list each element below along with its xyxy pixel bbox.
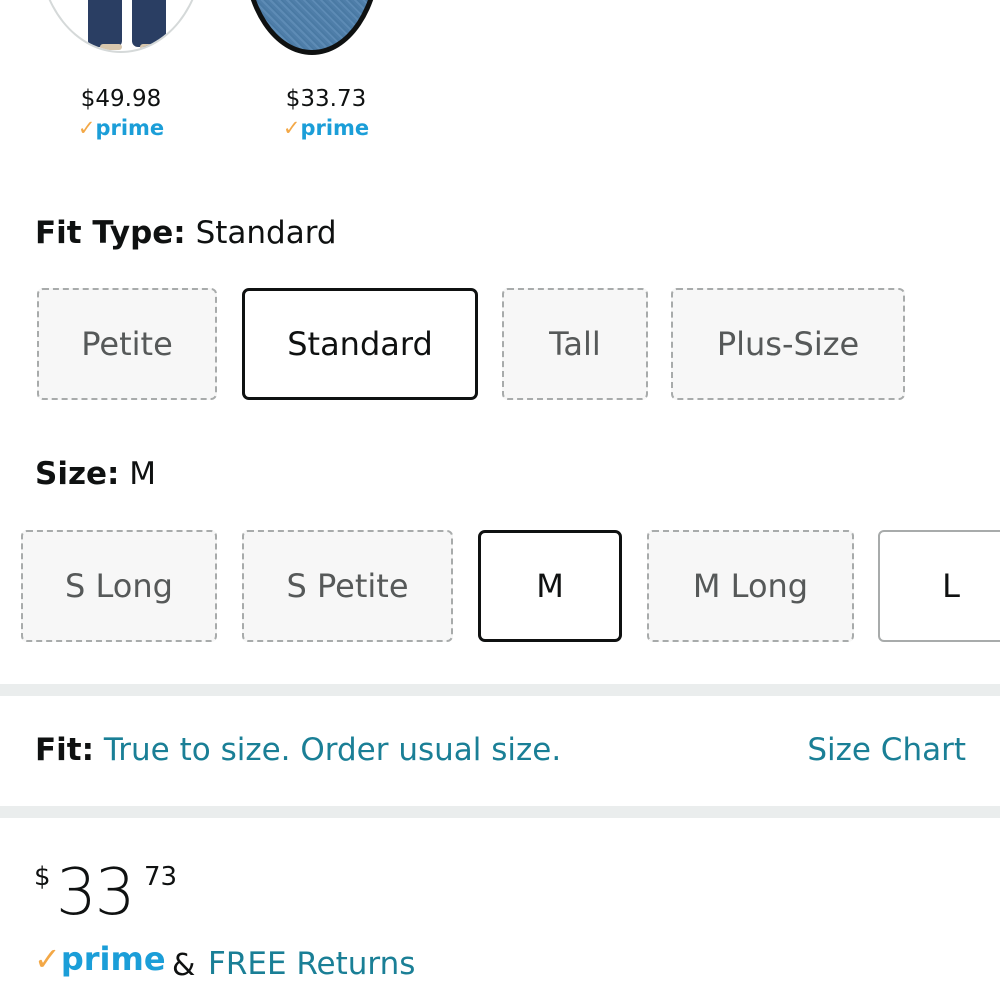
shoe-image <box>140 44 162 50</box>
size-value: M <box>129 456 157 492</box>
prime-logo-text: prime <box>95 116 165 140</box>
fit-text: True to size. Order usual size. <box>103 732 562 768</box>
fit-option-tall[interactable]: Tall <box>502 288 648 400</box>
free-returns-link[interactable]: FREE Returns <box>208 946 415 982</box>
price-whole: 33 <box>56 856 135 930</box>
size-option-label: S Long <box>65 567 173 605</box>
prime-check-icon: ✓ <box>282 116 301 140</box>
size-label: Size: <box>35 456 120 492</box>
size-option-label: L <box>942 567 960 605</box>
swatch-price: $49.98 <box>80 86 162 112</box>
prime-badge: ✓prime <box>46 116 196 140</box>
price-fraction: 73 <box>144 862 178 892</box>
prime-check-icon: ✓ <box>34 940 61 978</box>
size-option-label: M <box>536 567 564 605</box>
prime-logo-text: prime <box>60 940 166 978</box>
prime-badge: ✓prime <box>251 116 401 140</box>
prime-logo-text: prime <box>300 116 370 140</box>
size-option-s-petite[interactable]: S Petite <box>242 530 453 642</box>
size-chart-link[interactable]: Size Chart <box>807 732 966 768</box>
swatch-price: $33.73 <box>285 86 367 112</box>
section-divider <box>0 806 1000 818</box>
size-option-m[interactable]: M <box>478 530 622 642</box>
fit-type-label: Fit Type: <box>35 215 186 251</box>
fit-option-petite[interactable]: Petite <box>37 288 217 400</box>
fit-option-label: Tall <box>549 325 601 363</box>
section-divider <box>0 684 1000 696</box>
prime-check-icon: ✓ <box>77 116 96 140</box>
shoe-image <box>100 44 122 50</box>
fit-type-value: Standard <box>195 215 337 251</box>
fit-option-label: Standard <box>287 325 433 363</box>
size-option-m-long[interactable]: M Long <box>647 530 854 642</box>
size-option-label: S Petite <box>286 567 409 605</box>
jeans-leg-image <box>132 0 166 47</box>
size-option-s-long[interactable]: S Long <box>21 530 217 642</box>
prime-badge: ✓prime <box>34 940 166 978</box>
fit-option-label: Petite <box>81 325 173 363</box>
fit-option-plus-size[interactable]: Plus-Size <box>671 288 905 400</box>
ampersand: & <box>172 948 196 983</box>
jeans-leg-image <box>88 0 122 47</box>
fit-label: Fit: <box>35 732 95 768</box>
fit-info: Fit: True to size. Order usual size. <box>35 732 561 768</box>
size-option-l[interactable]: L <box>878 530 1000 642</box>
fit-option-standard[interactable]: Standard <box>242 288 478 400</box>
color-swatch-dark-wash[interactable] <box>38 0 204 53</box>
fit-option-label: Plus-Size <box>716 325 860 363</box>
color-swatch-medium-wash-selected[interactable] <box>243 0 381 55</box>
size-heading: Size: M <box>35 456 156 492</box>
price-currency-symbol: $ <box>34 862 51 892</box>
size-option-label: M Long <box>692 567 809 605</box>
fit-type-heading: Fit Type: Standard <box>35 215 337 251</box>
